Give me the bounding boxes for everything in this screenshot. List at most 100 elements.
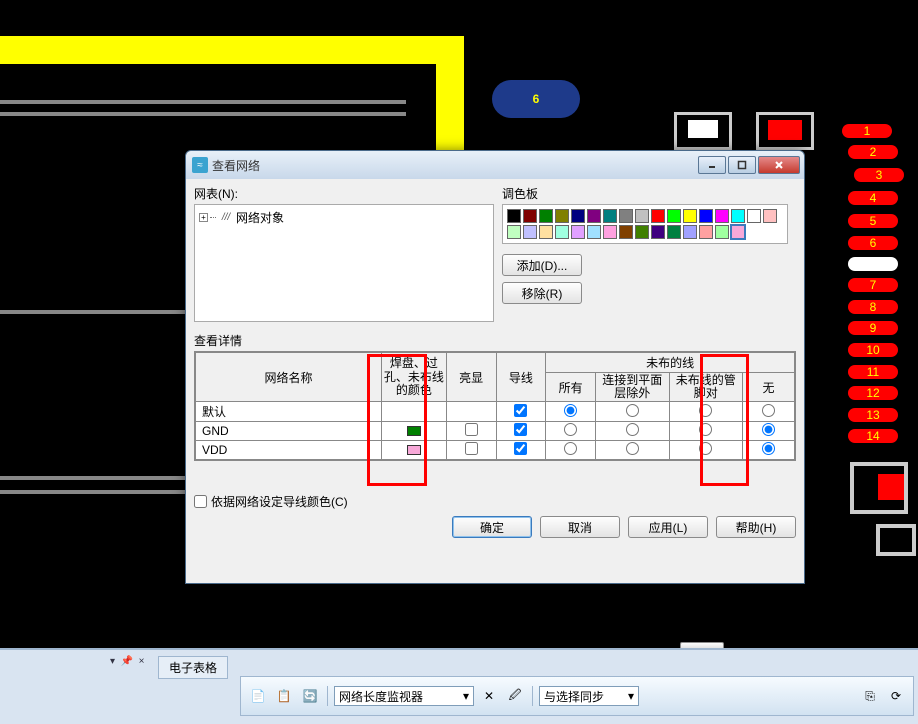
color-swatch[interactable] — [651, 225, 665, 239]
highlight-checkbox[interactable] — [465, 423, 478, 436]
cell-radio-unrouted_pair[interactable] — [669, 441, 743, 460]
color-swatch[interactable] — [683, 225, 697, 239]
color-swatch[interactable] — [555, 225, 569, 239]
unrouted-radio[interactable] — [762, 423, 775, 436]
cell-net-name[interactable]: 默认 — [196, 402, 382, 422]
wire-checkbox[interactable] — [514, 442, 527, 455]
cell-wire[interactable] — [496, 422, 546, 441]
remove-button[interactable]: 移除(R) — [502, 282, 582, 304]
cell-wire[interactable] — [496, 441, 546, 460]
ok-button[interactable]: 确定 — [452, 516, 532, 538]
cell-radio-unrouted_pair[interactable] — [669, 422, 743, 441]
expand-icon[interactable]: + — [199, 213, 208, 222]
unrouted-radio[interactable] — [626, 423, 639, 436]
color-swatch[interactable] — [731, 225, 745, 239]
panel-pin-area[interactable]: ▾ 📌 × — [110, 656, 144, 667]
color-swatch[interactable] — [763, 209, 777, 223]
tool-icon[interactable]: ✕ — [478, 685, 500, 707]
tool-icon[interactable]: 🖉 — [504, 685, 526, 707]
unrouted-radio[interactable] — [699, 423, 712, 436]
tree-root-row[interactable]: + /// 网络对象 — [199, 209, 489, 226]
cell-radio-except_plane[interactable] — [596, 422, 670, 441]
cell-color[interactable] — [381, 422, 446, 441]
cell-highlight[interactable] — [446, 402, 496, 422]
cell-radio-all[interactable] — [546, 441, 596, 460]
close-button[interactable] — [758, 156, 800, 174]
titlebar[interactable]: ≈ 查看网络 — [186, 151, 804, 179]
unrouted-radio[interactable] — [564, 404, 577, 417]
refresh-icon[interactable]: 🔄 — [299, 685, 321, 707]
unrouted-radio[interactable] — [564, 423, 577, 436]
cell-color[interactable] — [381, 441, 446, 460]
color-swatch[interactable] — [619, 209, 633, 223]
sync-combo[interactable]: 与选择同步▾ — [539, 686, 639, 706]
cell-radio-unrouted_pair[interactable] — [669, 402, 743, 422]
color-swatch[interactable] — [571, 209, 585, 223]
cell-wire[interactable] — [496, 402, 546, 422]
minimize-button[interactable] — [698, 156, 726, 174]
net-object-icon: /// — [218, 212, 234, 224]
unrouted-radio[interactable] — [762, 404, 775, 417]
tool-icon[interactable]: ⟳ — [885, 685, 907, 707]
cell-radio-all[interactable] — [546, 422, 596, 441]
color-swatch[interactable] — [523, 209, 537, 223]
cell-radio-none[interactable] — [743, 422, 795, 441]
cell-highlight[interactable] — [446, 422, 496, 441]
tool-icon[interactable]: ⎘ — [859, 685, 881, 707]
cell-radio-all[interactable] — [546, 402, 596, 422]
highlight-checkbox[interactable] — [465, 442, 478, 455]
netlist-tree[interactable]: + /// 网络对象 — [194, 204, 494, 322]
color-swatch[interactable] — [587, 209, 601, 223]
cell-color[interactable] — [381, 402, 446, 422]
color-swatch[interactable] — [539, 209, 553, 223]
color-swatch[interactable] — [747, 209, 761, 223]
color-swatch[interactable] — [539, 225, 553, 239]
color-swatch[interactable] — [635, 209, 649, 223]
help-button[interactable]: 帮助(H) — [716, 516, 796, 538]
color-swatch[interactable] — [523, 225, 537, 239]
maximize-button[interactable] — [728, 156, 756, 174]
color-swatch[interactable] — [603, 209, 617, 223]
color-swatch[interactable] — [667, 209, 681, 223]
cell-highlight[interactable] — [446, 441, 496, 460]
unrouted-radio[interactable] — [762, 442, 775, 455]
color-swatch[interactable] — [635, 225, 649, 239]
wire-checkbox[interactable] — [514, 404, 527, 417]
unrouted-radio[interactable] — [564, 442, 577, 455]
unrouted-radio[interactable] — [699, 404, 712, 417]
unrouted-radio[interactable] — [699, 442, 712, 455]
color-swatch[interactable] — [555, 209, 569, 223]
monitor-combo[interactable]: 网络长度监视器▾ — [334, 686, 474, 706]
color-swatch[interactable] — [651, 209, 665, 223]
tool-icon[interactable]: 📋 — [273, 685, 295, 707]
color-swatch[interactable] — [603, 225, 617, 239]
set-wire-color-label[interactable]: 依据网络设定导线颜色(C) — [211, 493, 348, 510]
color-swatch[interactable] — [571, 225, 585, 239]
color-swatch[interactable] — [667, 225, 681, 239]
color-swatch[interactable] — [507, 209, 521, 223]
color-swatch[interactable] — [507, 225, 521, 239]
cell-radio-except_plane[interactable] — [596, 402, 670, 422]
tool-icon[interactable]: 📄 — [247, 685, 269, 707]
cancel-button[interactable]: 取消 — [540, 516, 620, 538]
cell-radio-none[interactable] — [743, 441, 795, 460]
color-swatch[interactable] — [587, 225, 601, 239]
cell-radio-none[interactable] — [743, 402, 795, 422]
apply-button[interactable]: 应用(L) — [628, 516, 708, 538]
color-swatch[interactable] — [683, 209, 697, 223]
cell-net-name[interactable]: GND — [196, 422, 382, 441]
add-button[interactable]: 添加(D)... — [502, 254, 582, 276]
color-swatch[interactable] — [699, 209, 713, 223]
set-wire-color-checkbox[interactable] — [194, 495, 207, 508]
color-swatch[interactable] — [715, 225, 729, 239]
spreadsheet-tab[interactable]: 电子表格 — [158, 656, 228, 679]
wire-checkbox[interactable] — [514, 423, 527, 436]
cell-net-name[interactable]: VDD — [196, 441, 382, 460]
color-swatch[interactable] — [619, 225, 633, 239]
cell-radio-except_plane[interactable] — [596, 441, 670, 460]
color-swatch[interactable] — [731, 209, 745, 223]
color-swatch[interactable] — [715, 209, 729, 223]
unrouted-radio[interactable] — [626, 404, 639, 417]
color-swatch[interactable] — [699, 225, 713, 239]
unrouted-radio[interactable] — [626, 442, 639, 455]
